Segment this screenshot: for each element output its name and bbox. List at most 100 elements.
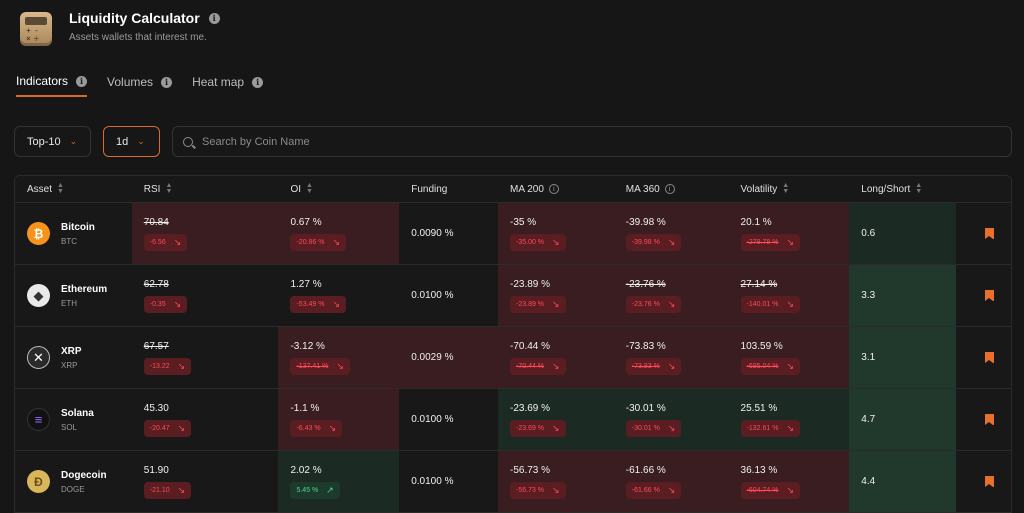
tab-volumes[interactable]: Volumes i <box>107 74 173 97</box>
oi-value: -1.1 % <box>290 402 320 414</box>
sort-icon[interactable]: ▲ ▼ <box>915 182 922 195</box>
sort-icon[interactable]: ▲ ▼ <box>306 182 313 195</box>
bookmark-icon[interactable] <box>985 414 995 425</box>
ma360-cell: -23.76 % -23.76 % ↘ <box>613 265 729 326</box>
sort-icon[interactable]: ▲ ▼ <box>165 182 172 195</box>
ma200-cell: -35 % -35.00 % ↘ <box>498 203 614 264</box>
info-icon[interactable]: i <box>208 12 220 24</box>
ma200-cell: -23.89 % -23.89 % ↘ <box>498 265 614 326</box>
column-volatility[interactable]: Volatility ▲ ▼ <box>729 176 850 202</box>
column-label: MA 200 <box>510 183 544 195</box>
ma360-cell: -61.66 % -61.66 % ↘ <box>613 451 729 512</box>
ethereum-icon: ◆ <box>27 284 50 307</box>
column-rsi[interactable]: RSI ▲ ▼ <box>132 176 279 202</box>
arrow-down-right-icon: ↘ <box>552 236 560 247</box>
funding-cell: 0.0100 % <box>399 265 499 326</box>
arrow-down-right-icon: ↘ <box>786 298 795 309</box>
ma360-cell: -73.83 % -73.83 % ↘ <box>613 327 729 388</box>
column-long-short[interactable]: Long/Short ▲ ▼ <box>849 176 956 202</box>
bookmark-cell <box>956 451 1011 512</box>
long-short-value: 0.6 <box>861 228 876 239</box>
ma200-cell: -56.73 % -56.73 % ↘ <box>498 451 614 512</box>
volatility-cell: 20.1 % -279.78 % ↘ <box>728 203 850 264</box>
table-row[interactable]: ≡ Solana SOL 45.30 -20.47 ↘ -1.1 % -6.43 %… <box>15 389 1011 451</box>
funding-value: 0.0100 % <box>411 290 454 301</box>
search-box[interactable] <box>172 126 1012 157</box>
oi-change-badge: -20.86 % ↘ <box>290 233 347 251</box>
table-row[interactable]: ₿ Bitcoin BTC 70.84 -6.56 ↘ 0.67 % -20.86 … <box>15 203 1011 265</box>
bookmark-icon[interactable] <box>985 228 995 239</box>
ma200-value: -56.73 % <box>510 464 551 476</box>
change-value: -23.69 % <box>516 424 545 432</box>
search-input[interactable] <box>202 135 982 148</box>
table-row[interactable]: ✕ XRP XRP 67.57 -13.22 ↘ -3.12 % -137.41 %… <box>15 327 1011 389</box>
ma360-change-badge: -30.01 % ↘ <box>625 419 682 437</box>
funding-cell: 0.0100 % <box>399 451 499 512</box>
change-value: -20.47 <box>149 424 170 432</box>
bookmark-icon[interactable] <box>985 290 995 301</box>
column-label: Long/Short <box>861 183 911 195</box>
page-subtitle: Assets wallets that interest me. <box>69 32 207 43</box>
top-select[interactable]: Top-10 ⌄ <box>14 126 91 157</box>
sort-icon[interactable]: ▲ ▼ <box>782 182 789 195</box>
ma200-change-badge: -56.73 % ↘ <box>510 481 566 499</box>
info-icon[interactable]: i <box>252 76 264 88</box>
volatility-change-badge: -140.01 % ↘ <box>740 295 801 313</box>
ma360-cell: -39.98 % -39.98 % ↘ <box>613 203 729 264</box>
column-asset[interactable]: Asset ▲ ▼ <box>15 176 132 202</box>
tab-indicators[interactable]: Indicators i <box>16 74 88 97</box>
sort-icon[interactable]: ▲ ▼ <box>57 182 64 195</box>
rsi-cell: 51.90 -21.10 ↘ <box>131 451 279 512</box>
table-row[interactable]: ◆ Ethereum ETH 62.78 -0.35 ↘ 1.27 % -53.49… <box>15 265 1011 327</box>
info-icon[interactable]: i <box>76 75 88 87</box>
ma360-value: -23.76 % <box>625 278 666 290</box>
bookmark-cell <box>956 203 1011 264</box>
funding-cell: 0.0090 % <box>399 203 499 264</box>
bookmark-icon[interactable] <box>985 476 995 487</box>
tab-bar: Indicators i Volumes i Heat map i <box>16 74 283 97</box>
arrow-down-right-icon: ↘ <box>786 422 795 433</box>
change-value: -140.01 % <box>746 300 779 308</box>
arrow-down-right-icon: ↘ <box>177 360 186 371</box>
coin-name: XRP <box>61 345 82 357</box>
long-short-value: 4.4 <box>861 476 876 487</box>
ma360-change-badge: -23.76 % ↘ <box>625 295 682 313</box>
filter-bar: Top-10 ⌄ 1d ⌄ <box>14 126 1012 157</box>
ma360-change-badge: -73.83 % ↘ <box>625 357 682 375</box>
volatility-change-badge: -132.61 % ↘ <box>740 419 801 437</box>
oi-cell: -1.1 % -6.43 % ↘ <box>278 389 400 450</box>
coin-name: Ethereum <box>61 283 108 295</box>
ma360-value: -39.98 % <box>625 216 666 228</box>
ma200-value: -35 % <box>510 216 537 228</box>
column-label: Volatility <box>740 183 778 195</box>
chevron-down-icon: ⌄ <box>69 136 78 146</box>
bookmark-cell <box>956 389 1011 450</box>
funding-value: 0.0090 % <box>411 228 454 239</box>
ma200-change-badge: -23.69 % ↘ <box>510 419 566 437</box>
rsi-cell: 70.84 -6.56 ↘ <box>131 203 279 264</box>
column-oi[interactable]: OI ▲ ▼ <box>278 176 399 202</box>
table-row[interactable]: Ð Dogecoin DOGE 51.90 -21.10 ↘ 2.02 % 5.45… <box>15 451 1011 513</box>
search-icon <box>183 136 193 147</box>
funding-cell: 0.0100 % <box>399 389 499 450</box>
arrow-down-right-icon: ↘ <box>332 236 341 247</box>
funding-cell: 0.0029 % <box>399 327 499 388</box>
arrow-down-right-icon: ↘ <box>786 484 795 495</box>
rsi-value: 45.30 <box>143 402 169 414</box>
bookmark-icon[interactable] <box>985 352 995 363</box>
arrow-down-right-icon: ↘ <box>552 360 560 371</box>
page-title: Liquidity Calculator <box>69 10 200 26</box>
arrow-down-right-icon: ↘ <box>786 236 795 247</box>
volatility-value: 20.1 % <box>740 216 772 228</box>
info-icon[interactable]: i <box>161 76 173 88</box>
long-short-value: 4.7 <box>861 414 876 425</box>
info-icon[interactable]: i <box>548 184 559 194</box>
asset-cell: Ð Dogecoin DOGE <box>15 451 132 512</box>
funding-value: 0.0100 % <box>411 476 454 487</box>
period-select[interactable]: 1d ⌄ <box>103 126 160 157</box>
info-icon[interactable]: i <box>664 184 675 194</box>
change-value: -137.41 % <box>296 362 329 370</box>
tab-heat-map[interactable]: Heat map i <box>192 74 264 97</box>
arrow-down-right-icon: ↘ <box>173 298 182 309</box>
rsi-cell: 45.30 -20.47 ↘ <box>131 389 279 450</box>
